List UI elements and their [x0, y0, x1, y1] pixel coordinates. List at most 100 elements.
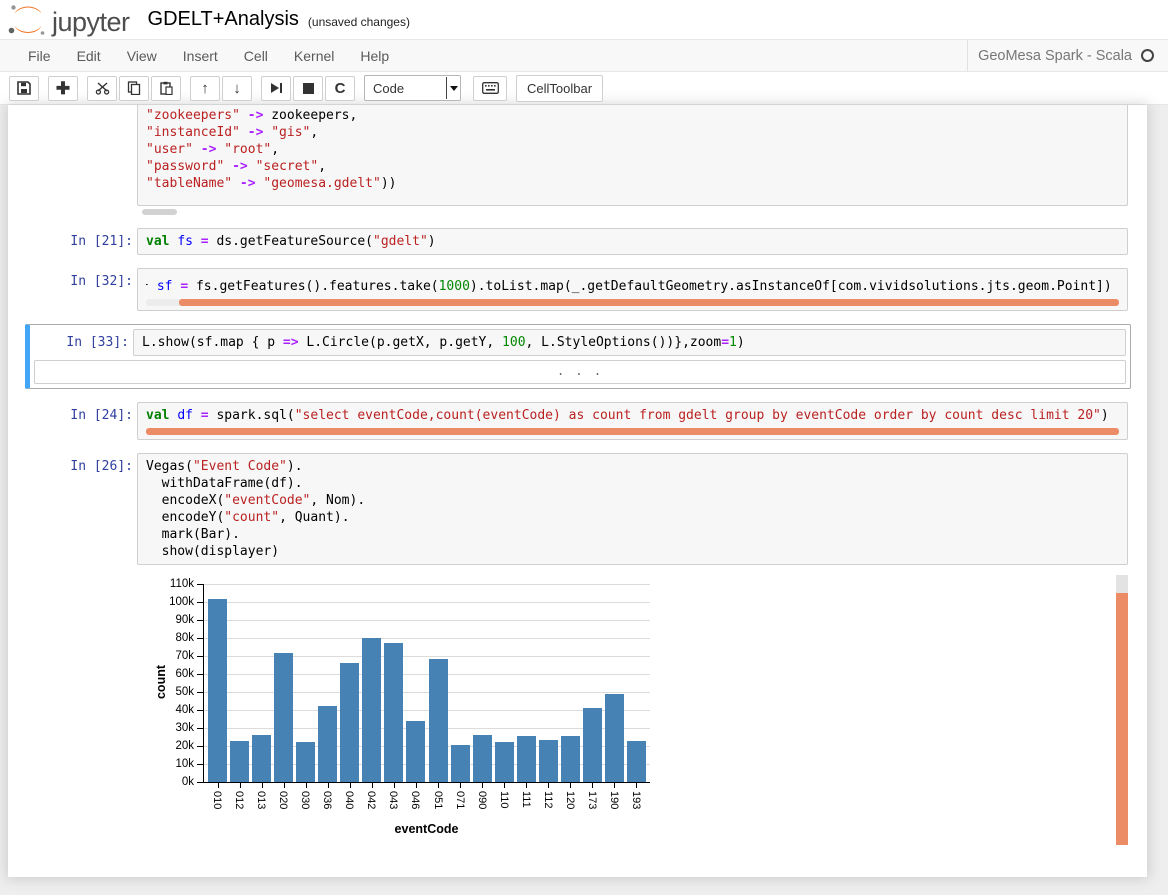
- x-tick: [460, 783, 461, 788]
- bar: [384, 643, 403, 783]
- x-tick-label: 173: [586, 791, 598, 809]
- input-prompt: In [32]:: [33, 268, 137, 311]
- kernel-name: GeoMesa Spark - Scala: [978, 48, 1132, 64]
- notebook-container: "zookeepers" -> zookeepers,"instanceId" …: [8, 105, 1147, 877]
- interrupt-kernel-button[interactable]: [293, 76, 323, 101]
- input-prompt: In [21]:: [33, 228, 137, 255]
- x-tick-label: 042: [365, 791, 377, 809]
- horizontal-scrollbar[interactable]: [146, 428, 1119, 435]
- menu-item-edit[interactable]: Edit: [64, 40, 114, 71]
- bar: [583, 708, 602, 782]
- add-cell-button[interactable]: ✚: [48, 76, 78, 101]
- x-tick-label: 012: [233, 791, 245, 809]
- horizontal-scrollbar-thumb[interactable]: [179, 299, 1119, 306]
- input-prompt: In [26]:: [33, 453, 137, 565]
- notebook-title[interactable]: GDELT+Analysis: [148, 8, 299, 31]
- output-prompt-spacer: [33, 570, 137, 865]
- x-tick: [636, 783, 637, 788]
- y-tick-label: 100k: [149, 596, 194, 608]
- x-tick-label: 090: [476, 791, 488, 809]
- code-cell-21[interactable]: In [21]: val fs = ds.getFeatureSource("g…: [8, 228, 1147, 255]
- cell-type-dropdown[interactable]: Code: [364, 75, 461, 101]
- x-tick: [548, 783, 549, 788]
- restart-kernel-button[interactable]: C: [325, 76, 355, 101]
- x-tick-label: 120: [564, 791, 576, 809]
- horizontal-scrollbar[interactable]: [146, 299, 1119, 306]
- code-cell-clipped[interactable]: "zookeepers" -> zookeepers,"instanceId" …: [8, 105, 1147, 206]
- collapsed-output[interactable]: . . .: [34, 360, 1126, 384]
- y-tick-label: 0k: [149, 776, 194, 788]
- bar: [318, 706, 337, 783]
- x-tick: [306, 783, 307, 788]
- x-tick: [504, 783, 505, 788]
- menu-item-file[interactable]: File: [15, 40, 64, 71]
- stop-icon: [303, 83, 314, 94]
- code-editor[interactable]: val fs = ds.getFeatureSource("gdelt"): [137, 228, 1128, 255]
- move-cell-up-button[interactable]: ↑: [190, 76, 220, 101]
- x-tick: [284, 783, 285, 788]
- jupyter-planet-icon: [8, 3, 48, 37]
- gridline: [204, 692, 650, 693]
- code-cell-32[interactable]: In [32]: l sf = fs.getFeatures().feature…: [8, 268, 1147, 311]
- x-tick-label: 111: [520, 791, 532, 808]
- bar: [605, 694, 624, 782]
- menu-item-insert[interactable]: Insert: [170, 40, 231, 71]
- horizontal-scrollbar-thumb[interactable]: [142, 209, 177, 215]
- bar: [362, 638, 381, 782]
- x-tick: [240, 783, 241, 788]
- cut-cell-button[interactable]: [87, 76, 117, 101]
- y-axis-line: [203, 584, 204, 783]
- code-editor[interactable]: Vegas("Event Code"). withDataFrame(df). …: [137, 453, 1128, 565]
- code-editor[interactable]: L.show(sf.map { p => L.Circle(p.getX, p.…: [133, 329, 1126, 356]
- x-tick: [592, 783, 593, 788]
- gridline: [204, 584, 650, 585]
- move-cell-down-button[interactable]: ↓: [222, 76, 252, 101]
- menu-item-view[interactable]: View: [114, 40, 170, 71]
- kernel-idle-icon: [1141, 49, 1154, 62]
- horizontal-scrollbar-thumb[interactable]: [146, 428, 1119, 435]
- code-cell-26[interactable]: In [26]: Vegas("Event Code"). withDataFr…: [8, 453, 1147, 565]
- run-cell-button[interactable]: [261, 76, 291, 101]
- code-editor[interactable]: val df = spark.sql("select eventCode,cou…: [137, 402, 1128, 440]
- bar: [296, 742, 315, 783]
- x-tick: [482, 783, 483, 788]
- x-tick: [416, 783, 417, 788]
- input-prompt: In [24]:: [33, 402, 137, 440]
- vertical-scrollbar-thumb[interactable]: [1116, 593, 1128, 845]
- menu-item-cell[interactable]: Cell: [231, 40, 281, 71]
- x-tick-label: 051: [432, 791, 444, 809]
- y-tick-label: 80k: [149, 632, 194, 644]
- bar: [517, 736, 536, 782]
- vertical-scrollbar[interactable]: [1116, 575, 1128, 845]
- paste-cell-button[interactable]: [151, 76, 181, 101]
- x-tick-label: 036: [321, 791, 333, 809]
- menu-item-kernel[interactable]: Kernel: [281, 40, 347, 71]
- vertical-scrollbar-track[interactable]: [1116, 575, 1128, 593]
- code-cell-33-selected[interactable]: In [33]: L.show(sf.map { p => L.Circle(p…: [25, 324, 1131, 389]
- y-axis-title: count: [154, 652, 168, 712]
- code-cell-24[interactable]: In [24]: val df = spark.sql("select even…: [8, 402, 1147, 440]
- y-tick-label: 10k: [149, 758, 194, 770]
- x-tick-label: 013: [255, 791, 267, 809]
- code-editor[interactable]: l sf = fs.getFeatures().features.take(10…: [137, 268, 1128, 311]
- bar: [340, 663, 359, 782]
- x-tick-label: 010: [211, 791, 223, 809]
- save-icon: [17, 81, 31, 95]
- celltoolbar-button[interactable]: CellToolbar: [516, 75, 603, 102]
- output-content: 0k10k20k30k40k50k60k70k80k90k100k110k010…: [137, 570, 1128, 865]
- save-button[interactable]: [9, 76, 39, 101]
- jupyter-logo[interactable]: jupyter: [8, 3, 130, 37]
- move-down-icon: ↓: [233, 81, 241, 96]
- bar-chart: 0k10k20k30k40k50k60k70k80k90k100k110k010…: [149, 575, 769, 837]
- bar: [406, 721, 425, 782]
- bar: [473, 735, 492, 782]
- copy-cell-button[interactable]: [119, 76, 149, 101]
- bar: [561, 736, 580, 782]
- restart-icon: C: [335, 81, 346, 96]
- x-tick: [438, 783, 439, 788]
- x-tick-label: 046: [409, 791, 421, 809]
- command-palette-button[interactable]: [473, 76, 507, 101]
- menu-item-help[interactable]: Help: [347, 40, 402, 71]
- output-area: 0k10k20k30k40k50k60k70k80k90k100k110k010…: [8, 570, 1147, 865]
- code-editor[interactable]: "zookeepers" -> zookeepers,"instanceId" …: [137, 105, 1128, 206]
